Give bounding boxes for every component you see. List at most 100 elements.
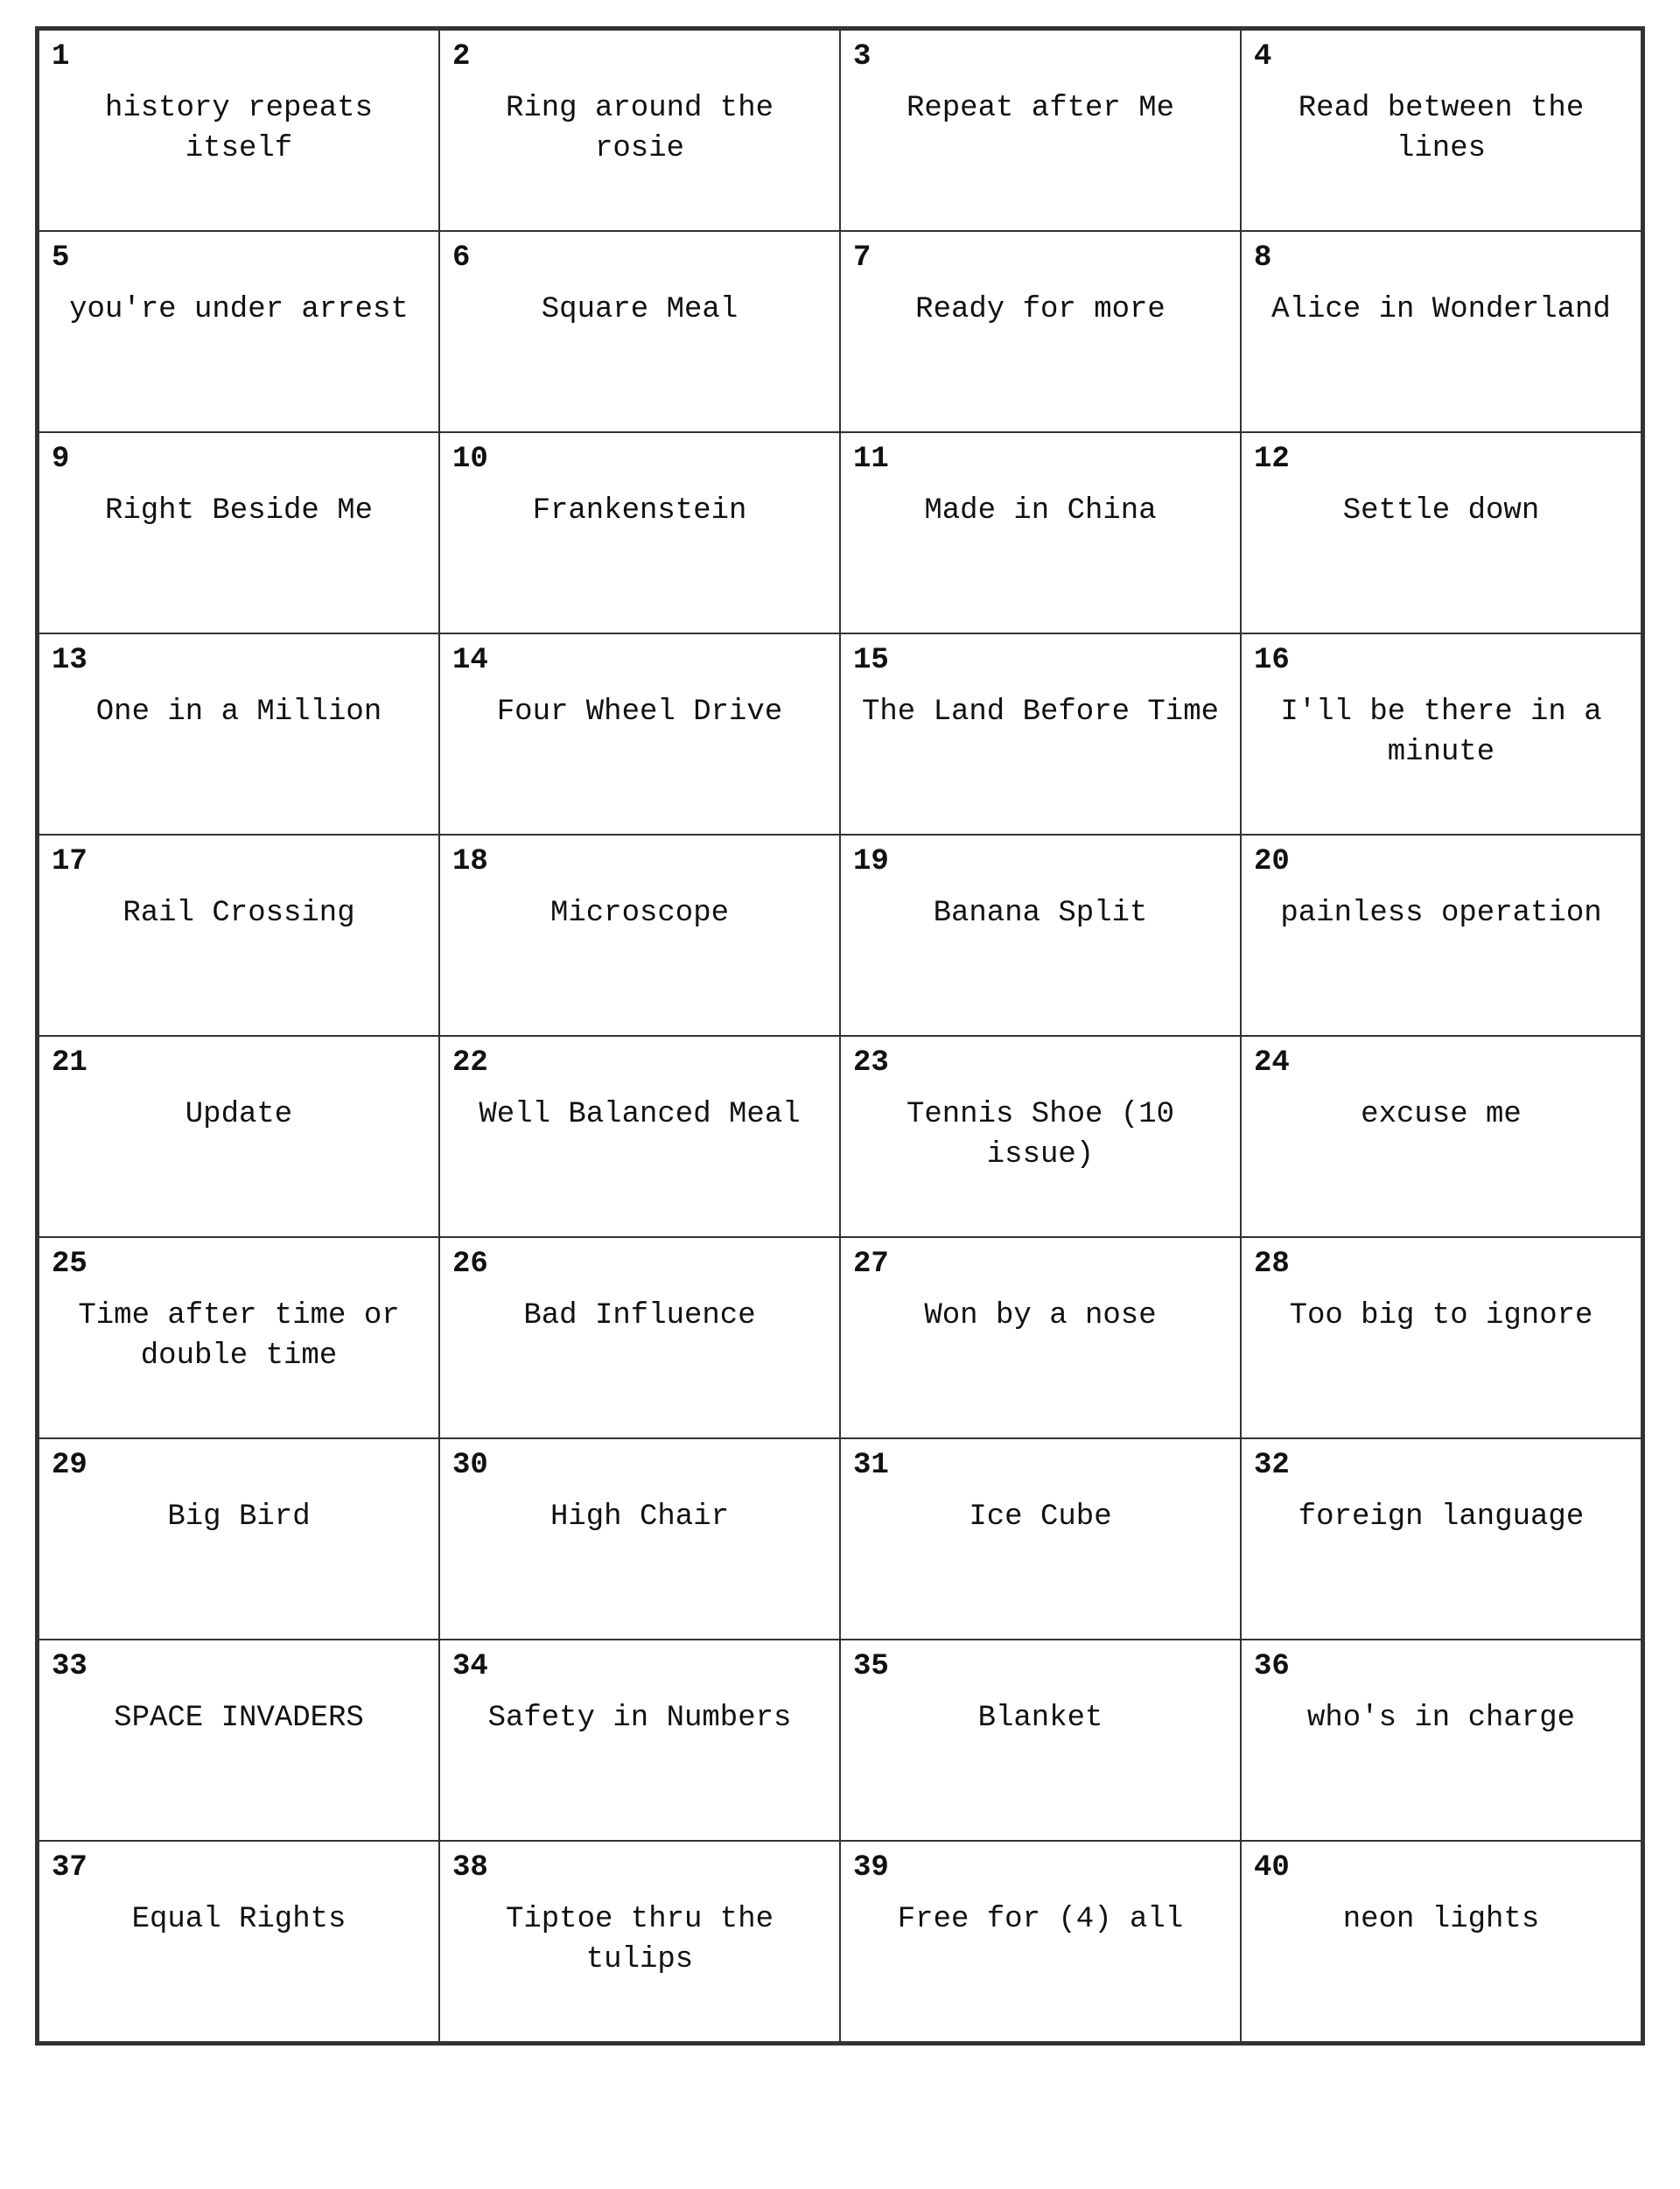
table-cell-15: 15 The Land Before Time: [840, 633, 1241, 835]
cell-text-37: Equal Rights: [52, 1900, 426, 1941]
table-cell-25: 25 Time after time or double time: [38, 1237, 439, 1438]
table-cell-21: 21 Update: [38, 1036, 439, 1237]
cell-number-5: 5: [52, 242, 426, 275]
cell-text-2: Ring around the rosie: [452, 89, 827, 170]
table-cell-39: 39 Free for (4) all: [840, 1841, 1241, 2042]
cell-number-6: 6: [452, 242, 827, 275]
cell-text-11: Made in China: [853, 492, 1228, 532]
cell-number-26: 26: [452, 1248, 827, 1281]
cell-number-8: 8: [1254, 242, 1628, 275]
cell-text-36: who's in charge: [1254, 1699, 1628, 1739]
cell-number-39: 39: [853, 1852, 1228, 1885]
cell-number-2: 2: [452, 41, 827, 73]
cell-number-35: 35: [853, 1651, 1228, 1683]
cell-number-23: 23: [853, 1047, 1228, 1080]
table-cell-9: 9 Right Beside Me: [38, 432, 439, 633]
cell-text-1: history repeats itself: [52, 89, 426, 170]
cell-text-15: The Land Before Time: [853, 693, 1228, 733]
cell-number-3: 3: [853, 41, 1228, 73]
table-cell-3: 3 Repeat after Me: [840, 30, 1241, 231]
cell-text-21: Update: [52, 1095, 426, 1136]
cell-text-23: Tennis Shoe (10 issue): [853, 1095, 1228, 1176]
cell-text-10: Frankenstein: [452, 492, 827, 532]
table-cell-33: 33SPACE INVADERS: [38, 1640, 439, 1841]
table-cell-31: 31 Ice Cube: [840, 1438, 1241, 1640]
cell-number-11: 11: [853, 444, 1228, 476]
table-cell-19: 19 Banana Split: [840, 835, 1241, 1036]
cell-number-25: 25: [52, 1248, 426, 1281]
cell-number-19: 19: [853, 846, 1228, 878]
cell-number-1: 1: [52, 41, 426, 73]
table-cell-8: 8 Alice in Wonderland: [1241, 231, 1642, 432]
table-cell-11: 11 Made in China: [840, 432, 1241, 633]
cell-text-20: painless operation: [1254, 894, 1628, 934]
table-cell-5: 5you're under arrest: [38, 231, 439, 432]
cell-number-24: 24: [1254, 1047, 1628, 1080]
cell-number-17: 17: [52, 846, 426, 878]
cell-number-34: 34: [452, 1651, 827, 1683]
table-cell-16: 16 I'll be there in a minute: [1241, 633, 1642, 835]
puzzle-grid: 1 history repeats itself 2 Ring around the …: [35, 26, 1645, 2046]
cell-number-27: 27: [853, 1248, 1228, 1281]
cell-number-31: 31: [853, 1450, 1228, 1482]
table-cell-29: 29 Big Bird: [38, 1438, 439, 1640]
cell-text-34: Safety in Numbers: [452, 1699, 827, 1739]
cell-text-9: Right Beside Me: [52, 492, 426, 532]
cell-text-4: Read between the lines: [1254, 89, 1628, 170]
cell-number-9: 9: [52, 444, 426, 476]
cell-text-25: Time after time or double time: [52, 1297, 426, 1377]
cell-text-3: Repeat after Me: [853, 89, 1228, 129]
cell-text-18: Microscope: [452, 894, 827, 934]
table-cell-10: 10 Frankenstein: [439, 432, 840, 633]
table-cell-35: 35 Blanket: [840, 1640, 1241, 1841]
cell-text-8: Alice in Wonderland: [1254, 290, 1628, 331]
table-cell-12: 12 Settle down: [1241, 432, 1642, 633]
table-cell-36: 36who's in charge: [1241, 1640, 1642, 1841]
cell-text-29: Big Bird: [52, 1498, 426, 1538]
cell-text-14: Four Wheel Drive: [452, 693, 827, 733]
cell-text-31: Ice Cube: [853, 1498, 1228, 1538]
cell-number-40: 40: [1254, 1852, 1628, 1885]
cell-text-32: foreign language: [1254, 1498, 1628, 1538]
cell-number-30: 30: [452, 1450, 827, 1482]
cell-text-13: One in a Million: [52, 693, 426, 733]
cell-text-19: Banana Split: [853, 894, 1228, 934]
cell-number-29: 29: [52, 1450, 426, 1482]
table-cell-27: 27 Won by a nose: [840, 1237, 1241, 1438]
cell-number-28: 28: [1254, 1248, 1628, 1281]
cell-number-10: 10: [452, 444, 827, 476]
cell-number-37: 37: [52, 1852, 426, 1885]
table-cell-14: 14Four Wheel Drive: [439, 633, 840, 835]
table-cell-18: 18Microscope: [439, 835, 840, 1036]
table-cell-17: 17Rail Crossing: [38, 835, 439, 1036]
cell-text-28: Too big to ignore: [1254, 1297, 1628, 1337]
cell-text-24: excuse me: [1254, 1095, 1628, 1136]
cell-text-22: Well Balanced Meal: [452, 1095, 827, 1136]
cell-text-12: Settle down: [1254, 492, 1628, 532]
cell-number-20: 20: [1254, 846, 1628, 878]
table-cell-2: 2 Ring around the rosie: [439, 30, 840, 231]
cell-number-22: 22: [452, 1047, 827, 1080]
table-cell-22: 22 Well Balanced Meal: [439, 1036, 840, 1237]
cell-number-15: 15: [853, 645, 1228, 677]
puzzle-table: 1 history repeats itself 2 Ring around the …: [38, 29, 1642, 2043]
cell-text-33: SPACE INVADERS: [52, 1699, 426, 1739]
table-cell-4: 4Read between the lines: [1241, 30, 1642, 231]
table-cell-24: 24 excuse me: [1241, 1036, 1642, 1237]
cell-number-38: 38: [452, 1852, 827, 1885]
table-cell-7: 7Ready for more: [840, 231, 1241, 432]
cell-number-16: 16: [1254, 645, 1628, 677]
cell-text-30: High Chair: [452, 1498, 827, 1538]
cell-text-16: I'll be there in a minute: [1254, 693, 1628, 773]
cell-text-38: Tiptoe thru the tulips: [452, 1900, 827, 1981]
table-cell-20: 20 painless operation: [1241, 835, 1642, 1036]
cell-text-35: Blanket: [853, 1699, 1228, 1739]
cell-number-21: 21: [52, 1047, 426, 1080]
table-cell-26: 26Bad Influence: [439, 1237, 840, 1438]
cell-number-12: 12: [1254, 444, 1628, 476]
table-cell-38: 38 Tiptoe thru the tulips: [439, 1841, 840, 2042]
table-cell-30: 30 High Chair: [439, 1438, 840, 1640]
table-cell-34: 34 Safety in Numbers: [439, 1640, 840, 1841]
cell-text-27: Won by a nose: [853, 1297, 1228, 1337]
cell-text-39: Free for (4) all: [853, 1900, 1228, 1941]
